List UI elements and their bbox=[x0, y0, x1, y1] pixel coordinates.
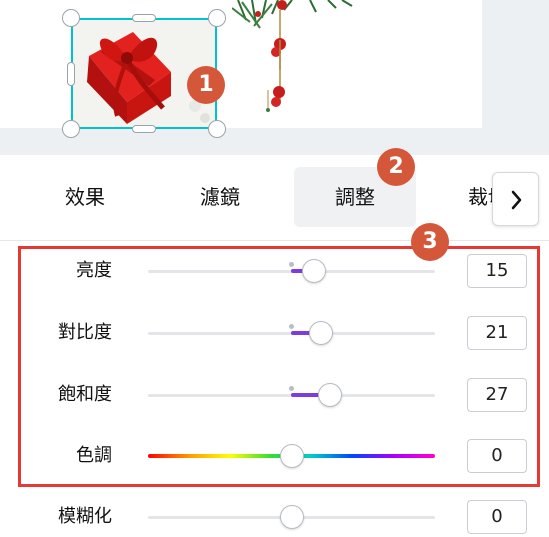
edit-tabs: 效果 濾鏡 調整 裁切 bbox=[0, 155, 549, 241]
resize-handle-top[interactable] bbox=[132, 14, 156, 22]
tab-filters[interactable]: 濾鏡 bbox=[185, 167, 255, 227]
resize-handle-left[interactable] bbox=[67, 62, 75, 86]
step-badge-2: 2 bbox=[377, 148, 415, 186]
adjustments-highlight-box bbox=[18, 246, 540, 487]
tab-effects[interactable]: 效果 bbox=[50, 167, 120, 227]
next-tab-button[interactable] bbox=[492, 172, 539, 226]
step-badge-1: 1 bbox=[187, 66, 225, 104]
blur-slider-thumb[interactable] bbox=[280, 505, 304, 529]
christmas-decoration-image[interactable] bbox=[232, 0, 357, 120]
blur-value-input[interactable]: 0 bbox=[467, 500, 527, 534]
step-badge-3: 3 bbox=[411, 223, 449, 261]
design-page[interactable] bbox=[0, 0, 482, 138]
resize-handle-bottom-left[interactable] bbox=[62, 120, 80, 138]
resize-handle-bottom-right[interactable] bbox=[208, 120, 226, 138]
resize-handle-bottom[interactable] bbox=[132, 125, 156, 133]
chevron-right-icon bbox=[511, 190, 522, 210]
blur-row: 模糊化 0 bbox=[0, 497, 549, 537]
blur-label: 模糊化 bbox=[58, 506, 112, 527]
resize-handle-top-right[interactable] bbox=[208, 9, 226, 27]
resize-handle-top-left[interactable] bbox=[62, 9, 80, 27]
canvas-area bbox=[0, 0, 549, 155]
